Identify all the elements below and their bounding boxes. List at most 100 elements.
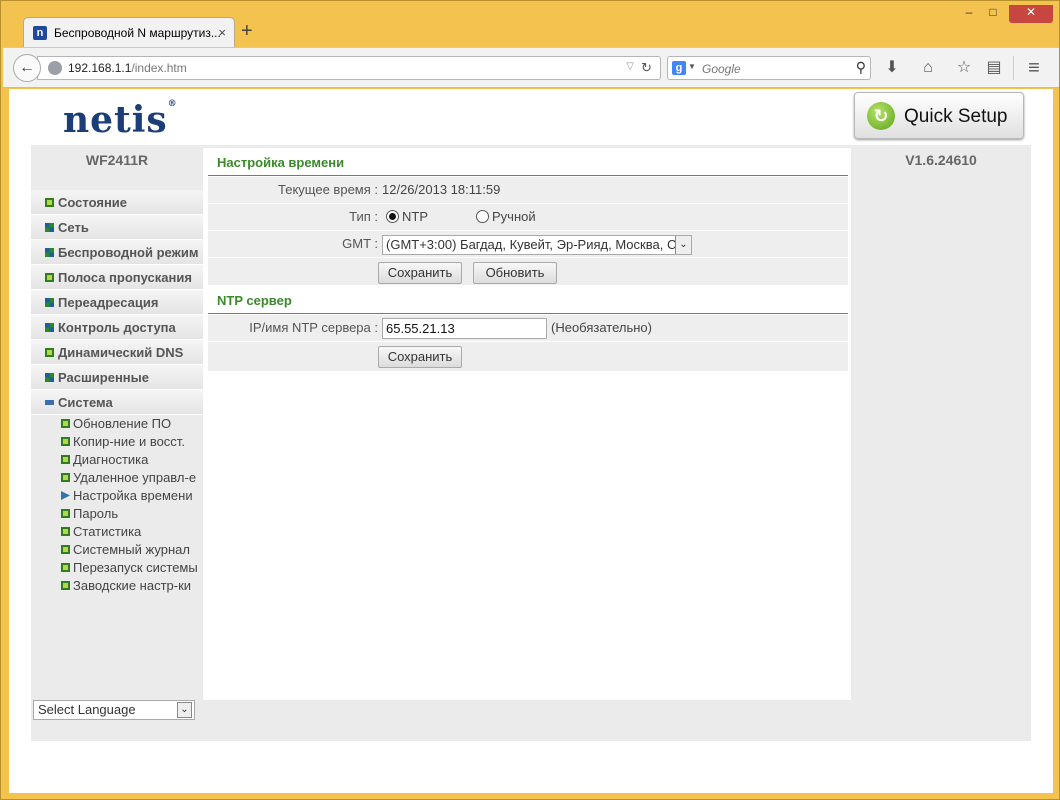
nav-item-access-control[interactable]: Контроль доступа [31,315,203,340]
bullet-icon [61,473,70,482]
download-icon[interactable]: ⬇ [881,57,903,79]
subnav-statistics[interactable]: Статистика [31,523,203,541]
subnav-reboot[interactable]: Перезапуск системы [31,559,203,577]
bullet-icon [61,509,70,518]
subnav-diagnostics[interactable]: Диагностика [31,451,203,469]
reload-icon[interactable]: ↻ [641,60,652,76]
menu-square-icon [45,348,54,357]
bullet-icon [61,419,70,428]
main-panel: Настройка времени Текущее время : 12/26/… [203,148,851,700]
menu-expanded-icon [45,400,54,405]
nav-item-status[interactable]: Состояние [31,190,203,215]
type-label: Тип : [349,209,378,224]
menu-grid-icon [45,248,54,257]
section-title-ntp: NTP сервер [208,286,848,314]
nav-item-wireless[interactable]: Беспроводной режим [31,240,203,265]
radio-manual-label: Ручной [492,209,536,224]
new-tab-button[interactable]: + [241,21,253,41]
menu-grid-icon [45,298,54,307]
model-name: WF2411R [85,152,149,168]
row-ntp-actions: Сохранить [208,342,848,372]
router-header: netis® ↻ Quick Setup [31,89,1031,145]
back-button[interactable]: ← [13,54,41,82]
browser-tab[interactable]: n Беспроводной N маршрутиз... × [23,17,235,48]
language-select[interactable]: Select Language ⌄ [33,700,195,720]
bookmark-star-icon[interactable]: ☆ [953,57,975,79]
bullet-icon [61,563,70,572]
save-time-button[interactable]: Сохранить [378,262,462,284]
optional-hint: (Необязательно) [551,320,652,335]
toolbar-separator [1013,56,1014,80]
bullet-icon [61,581,70,590]
subnav-time-settings[interactable]: Настройка времени [31,487,203,505]
radio-manual[interactable] [476,210,489,223]
close-window-button[interactable]: ✕ [1009,5,1053,23]
gmt-select[interactable]: (GMT+3:00) Багдад, Кувейт, Эр-Рияд, Моск… [382,235,692,255]
page-content: netis® ↻ Quick Setup WF2411R V1.6.24610 … [9,89,1053,793]
ntp-server-input[interactable]: 65.55.21.13 [382,318,547,339]
subnav-remote-management[interactable]: Удаленное управл-е [31,469,203,487]
bullet-icon [61,455,70,464]
nav-item-system[interactable]: Система [31,390,203,415]
url-history-dropdown-icon[interactable]: ▽ [626,61,634,72]
url-bar[interactable]: 192.168.1.1/index.htm ▽ ↻ [37,56,661,80]
quick-setup-label: Quick Setup [904,106,1008,127]
menu-square-icon [45,198,54,207]
chevron-down-icon: ⌄ [675,236,691,254]
current-time-value: 12/26/2013 18:11:59 [382,182,501,197]
bullet-icon [61,527,70,536]
firmware-version: V1.6.24610 [905,152,977,168]
globe-icon [48,61,62,75]
quick-setup-button[interactable]: ↻ Quick Setup [854,92,1024,139]
search-icon[interactable]: ⚲ [856,59,866,76]
row-gmt: GMT : (GMT+3:00) Багдад, Кувейт, Эр-Рияд… [208,231,848,258]
nav-item-forwarding[interactable]: Переадресация [31,290,203,315]
ntp-server-label: IP/имя NTP сервера : [249,320,378,335]
reading-list-icon[interactable]: ▤ [983,57,1005,79]
section-title-time: Настройка времени [208,148,848,176]
nav-item-ddns[interactable]: Динамический DNS [31,340,203,365]
netis-logo: netis® [63,99,178,141]
subnav-system-log[interactable]: Системный журнал [31,541,203,559]
subnav-firmware-upgrade[interactable]: Обновление ПО [31,415,203,433]
home-icon[interactable]: ⌂ [917,57,939,79]
menu-icon[interactable]: ≡ [1023,57,1045,79]
tab-close-icon[interactable]: × [218,25,226,40]
search-placeholder: Google [702,62,741,76]
menu-grid-icon [45,223,54,232]
search-box[interactable]: g ▼ Google ⚲ [667,56,871,80]
sidebar-nav: Состояние Сеть Беспроводной режим Полоса… [31,190,203,720]
bullet-icon [61,545,70,554]
browser-toolbar: 192.168.1.1/index.htm ▽ ↻ ← g ▼ Google ⚲… [3,47,1059,88]
radio-ntp-label: NTP [402,209,428,224]
google-icon[interactable]: g [672,61,686,75]
nav-item-bandwidth[interactable]: Полоса пропускания [31,265,203,290]
menu-grid-icon [45,323,54,332]
search-engine-dropdown-icon[interactable]: ▼ [688,62,696,71]
row-type: Тип : NTP Ручной [208,204,848,231]
bullet-icon [61,437,70,446]
subnav-password[interactable]: Пароль [31,505,203,523]
refresh-time-button[interactable]: Обновить [473,262,557,284]
quick-setup-arrow-icon: ↻ [867,102,895,130]
maximize-button[interactable]: □ [981,5,1005,23]
gmt-label: GMT : [342,236,378,251]
tab-title: Беспроводной N маршрутиз... [54,26,221,40]
router-page: netis® ↻ Quick Setup WF2411R V1.6.24610 … [31,89,1031,741]
menu-grid-icon [45,373,54,382]
subnav-factory-reset[interactable]: Заводские настр-ки [31,577,203,595]
minimize-button[interactable]: ‒ [957,5,981,23]
row-time-actions: Сохранить Обновить [208,258,848,286]
browser-window: n Беспроводной N маршрутиз... × + ‒ □ ✕ … [0,0,1060,800]
row-current-time: Текущее время : 12/26/2013 18:11:59 [208,177,848,204]
nav-item-advanced[interactable]: Расширенные [31,365,203,390]
url-text: 192.168.1.1/index.htm [68,61,187,75]
subnav-backup-restore[interactable]: Копир-ние и восст. [31,433,203,451]
nav-item-network[interactable]: Сеть [31,215,203,240]
row-ntp-server: IP/имя NTP сервера : 65.55.21.13 (Необяз… [208,315,848,342]
radio-ntp[interactable] [386,210,399,223]
menu-square-icon [45,273,54,282]
page-bottom-area [9,741,1053,793]
save-ntp-button[interactable]: Сохранить [378,346,462,368]
netis-favicon-icon: n [33,26,47,40]
